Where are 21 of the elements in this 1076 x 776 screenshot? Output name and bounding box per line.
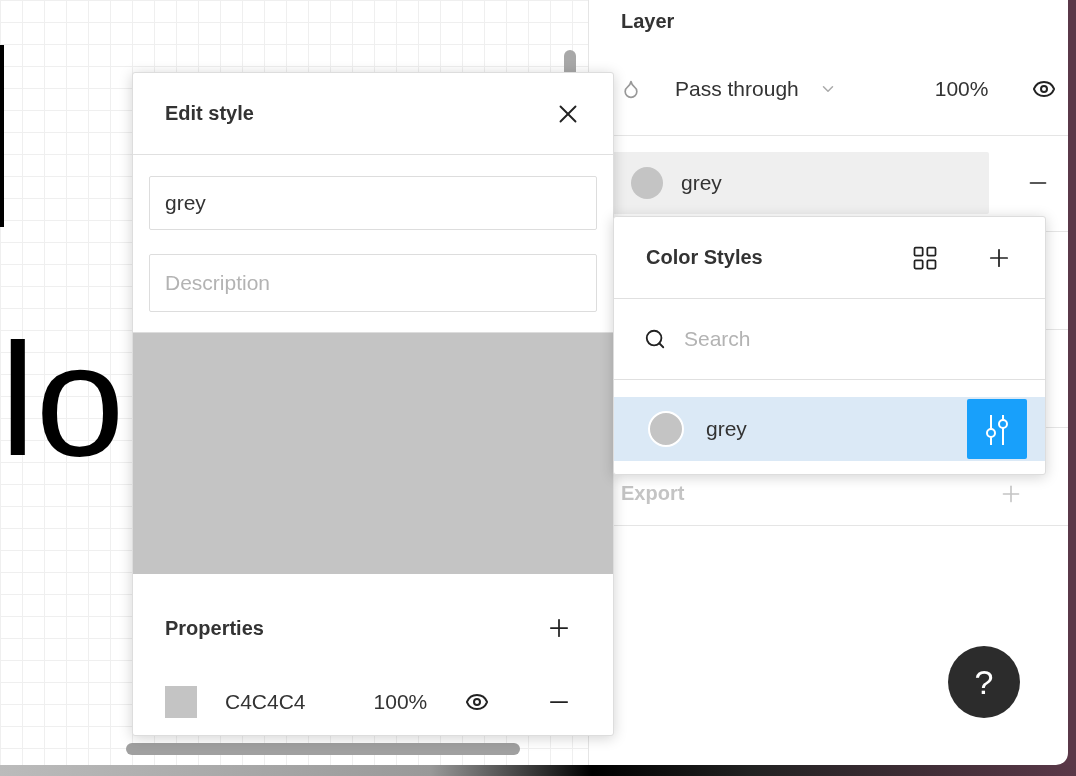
color-swatch[interactable] bbox=[165, 686, 197, 718]
popover-title: Color Styles bbox=[646, 246, 763, 269]
section-title: Properties bbox=[165, 616, 264, 640]
opacity-value[interactable]: 100% bbox=[934, 77, 989, 101]
search-icon bbox=[644, 328, 666, 350]
hex-value[interactable]: C4C4C4 bbox=[225, 690, 306, 714]
name-field[interactable]: grey bbox=[149, 176, 597, 230]
canvas-text: lo bbox=[0, 320, 125, 480]
style-name: grey bbox=[681, 171, 722, 195]
section-title: Layer bbox=[621, 10, 676, 33]
edit-style-button[interactable] bbox=[967, 399, 1027, 459]
droplet-icon bbox=[621, 79, 641, 99]
dialog-title: Edit style bbox=[165, 102, 254, 125]
section-title: Export bbox=[621, 482, 685, 505]
style-name: grey bbox=[706, 417, 747, 441]
scrollbar-thumb[interactable] bbox=[126, 743, 520, 755]
sliders-icon[interactable] bbox=[983, 413, 1011, 445]
blend-mode-dropdown[interactable]: Pass through bbox=[675, 77, 799, 101]
opacity-value[interactable]: 100% bbox=[373, 690, 428, 714]
style-list-item[interactable]: grey bbox=[614, 397, 1045, 461]
description-field[interactable]: Description bbox=[149, 254, 597, 312]
